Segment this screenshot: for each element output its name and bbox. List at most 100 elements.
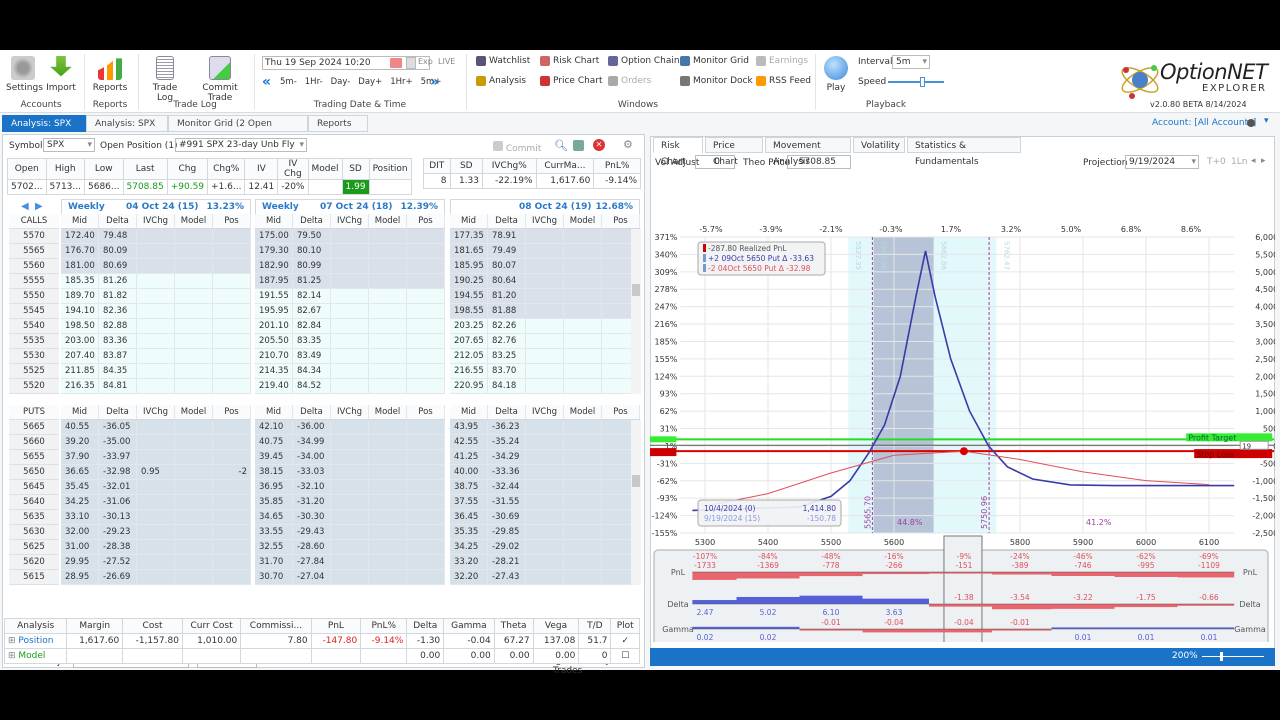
option-cell-pos[interactable] (213, 420, 251, 435)
option-row[interactable]: 39.20 -35.00 (61, 435, 251, 450)
option-cell-delta[interactable]: 83.70 (488, 364, 526, 379)
analysis-header[interactable]: Delta (406, 618, 445, 634)
option-cell-pos[interactable] (407, 570, 445, 585)
option-cell-ivchg[interactable] (331, 244, 369, 259)
option-cell-model[interactable] (564, 274, 602, 289)
option-row[interactable]: 43.95 -36.23 (450, 420, 640, 435)
option-cell-mid[interactable]: 203.00 (61, 334, 99, 349)
column-header[interactable]: Delta (99, 214, 137, 228)
scrollbar-thumb[interactable] (632, 284, 640, 296)
option-cell-mid[interactable]: 33.20 (450, 555, 488, 570)
option-row[interactable]: 29.95 -27.52 (61, 555, 251, 570)
option-cell-mid[interactable]: 42.10 (255, 420, 293, 435)
option-cell-delta[interactable]: 82.67 (293, 304, 331, 319)
option-cell-model[interactable] (175, 525, 213, 540)
option-cell-ivchg[interactable] (331, 334, 369, 349)
option-cell-ivchg[interactable] (331, 259, 369, 274)
option-cell-delta[interactable]: -34.00 (293, 450, 331, 465)
option-cell-model[interactable] (369, 334, 407, 349)
tab-monitor-grid[interactable]: Monitor Grid (2 Open Positions) (168, 115, 308, 146)
option-cell-mid[interactable]: 36.45 (450, 510, 488, 525)
option-cell-mid[interactable]: 190.25 (450, 274, 488, 289)
option-cell-mid[interactable]: 185.35 (61, 274, 99, 289)
column-header[interactable]: Mid (255, 214, 293, 228)
option-cell-pos[interactable] (213, 289, 251, 304)
option-cell-pos[interactable] (213, 229, 251, 244)
expiry-header[interactable]: Weekly 07 Oct 24 (18) 12.39% (255, 199, 445, 214)
option-cell-mid[interactable]: 214.35 (255, 364, 293, 379)
option-cell-mid[interactable]: 33.55 (255, 525, 293, 540)
option-cell-pos[interactable] (407, 450, 445, 465)
option-cell-ivchg[interactable] (526, 319, 564, 334)
option-cell-delta[interactable]: -27.04 (293, 570, 331, 585)
option-cell-delta[interactable]: -31.20 (293, 495, 331, 510)
option-cell-model[interactable] (564, 420, 602, 435)
option-cell-mid[interactable]: 36.65 (61, 465, 99, 480)
option-cell-model[interactable] (564, 495, 602, 510)
option-cell-mid[interactable]: 38.75 (450, 480, 488, 495)
option-row[interactable]: 33.55 -29.43 (255, 525, 445, 540)
option-cell-pos[interactable] (213, 304, 251, 319)
option-cell-ivchg[interactable] (331, 450, 369, 465)
option-cell-mid[interactable]: 175.00 (255, 229, 293, 244)
column-header[interactable]: Model (175, 405, 213, 419)
option-cell-delta[interactable]: 81.88 (488, 304, 526, 319)
option-row[interactable]: 210.70 83.49 (255, 349, 445, 364)
option-cell-delta[interactable]: 80.64 (488, 274, 526, 289)
option-cell-model[interactable] (564, 379, 602, 394)
option-cell-pos[interactable]: -2 (213, 465, 251, 480)
option-cell-mid[interactable]: 187.95 (255, 274, 293, 289)
option-cell-ivchg[interactable] (331, 274, 369, 289)
window-rss-feed-button[interactable]: RSS Feed (756, 76, 811, 86)
option-cell-mid[interactable]: 40.55 (61, 420, 99, 435)
option-cell-ivchg[interactable] (137, 510, 175, 525)
option-cell-pos[interactable] (407, 510, 445, 525)
option-cell-pos[interactable] (407, 379, 445, 394)
option-cell-pos[interactable] (407, 319, 445, 334)
time-step-button[interactable]: Day- (331, 77, 351, 87)
option-row[interactable]: 37.55 -31.55 (450, 495, 640, 510)
time-step-button[interactable]: 1Hr+ (390, 77, 412, 87)
position-select[interactable]: #991 SPX 23-day Unb Fly ▾ (175, 138, 307, 152)
option-cell-delta[interactable]: -36.05 (99, 420, 137, 435)
option-row[interactable]: 31.00 -28.38 (61, 540, 251, 555)
option-cell-pos[interactable] (213, 540, 251, 555)
analysis-header[interactable]: T/D (578, 618, 612, 634)
tab-analysis-spx-active[interactable]: Analysis: SPX × (2, 115, 86, 146)
option-cell-pos[interactable] (213, 379, 251, 394)
analysis-header[interactable]: PnL (310, 618, 362, 634)
option-cell-ivchg[interactable] (331, 435, 369, 450)
account-selector[interactable]: Account: [All Accounts] (1152, 118, 1256, 128)
option-cell-mid[interactable]: 41.25 (450, 450, 488, 465)
option-cell-mid[interactable]: 203.25 (450, 319, 488, 334)
option-cell-pos[interactable] (213, 334, 251, 349)
option-row[interactable]: 35.85 -31.20 (255, 495, 445, 510)
expiry-header[interactable]: 08 Oct 24 (19) 12.68% (450, 199, 640, 214)
prev-arrow-icon[interactable]: ◂ (1251, 156, 1256, 166)
option-cell-delta[interactable]: 81.25 (293, 274, 331, 289)
option-cell-ivchg[interactable] (137, 420, 175, 435)
option-row[interactable]: 219.40 84.52 (255, 379, 445, 394)
option-cell-model[interactable] (369, 435, 407, 450)
option-cell-ivchg[interactable] (331, 379, 369, 394)
option-cell-model[interactable] (564, 570, 602, 585)
option-cell-delta[interactable]: -30.30 (293, 510, 331, 525)
option-cell-mid[interactable]: 220.95 (450, 379, 488, 394)
window-monitor-grid-button[interactable]: Monitor Grid (680, 56, 749, 66)
step-back-icon[interactable]: « (262, 74, 271, 90)
zoom-slider-thumb[interactable] (1220, 652, 1223, 661)
analysis-header[interactable]: Margin (66, 618, 124, 634)
reports-button[interactable]: Reports (92, 56, 128, 93)
analysis-header[interactable]: Cost (122, 618, 183, 634)
option-cell-mid[interactable]: 39.20 (61, 435, 99, 450)
option-cell-ivchg[interactable] (331, 495, 369, 510)
option-cell-ivchg[interactable] (526, 364, 564, 379)
play-button[interactable]: Play (822, 56, 850, 93)
column-header[interactable]: Pos (602, 214, 640, 228)
option-cell-model[interactable] (564, 304, 602, 319)
option-cell-delta[interactable]: 82.84 (293, 319, 331, 334)
option-cell-pos[interactable] (407, 244, 445, 259)
option-cell-mid[interactable]: 211.85 (61, 364, 99, 379)
option-row[interactable]: 41.25 -34.29 (450, 450, 640, 465)
window-price-chart-button[interactable]: Price Chart (540, 76, 603, 86)
